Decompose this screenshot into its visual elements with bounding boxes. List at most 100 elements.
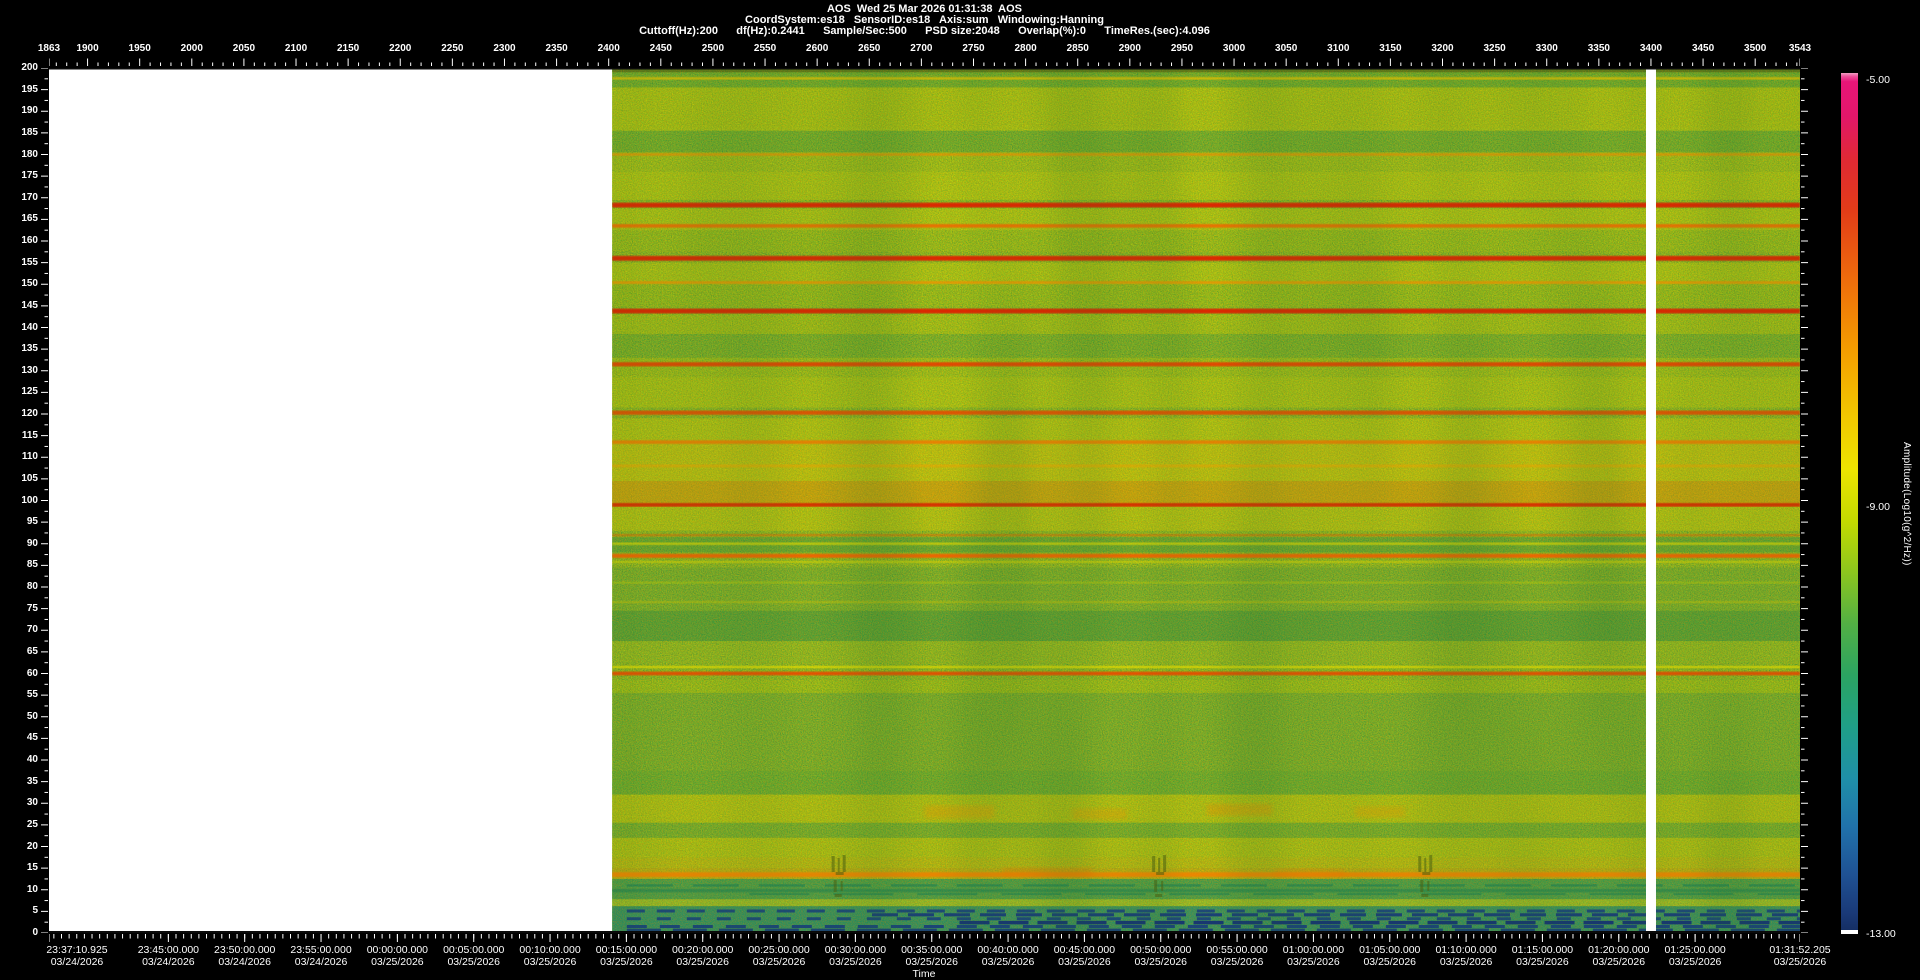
time-axis-title: Time xyxy=(912,968,936,980)
record-axis-label: 2400 xyxy=(597,43,620,54)
frequency-axis-label: 175 xyxy=(21,170,38,182)
time-axis-label: 00:35:00.000 03/25/2026 xyxy=(901,944,963,968)
record-axis-label: 3350 xyxy=(1587,43,1610,54)
record-axis-label: 3250 xyxy=(1483,43,1506,54)
time-axis-label: 01:10:00.000 03/25/2026 xyxy=(1435,944,1497,968)
amplitude-axis-label: Amplitude(Log10(g^2/Hz)) xyxy=(1901,441,1912,566)
frequency-axis-label: 170 xyxy=(21,191,38,203)
frequency-axis-label: 5 xyxy=(32,905,38,917)
frequency-axis-label: 90 xyxy=(26,537,38,549)
frequency-axis-right-ticks xyxy=(1801,68,1808,933)
record-axis-label: 2300 xyxy=(493,43,516,54)
record-axis-labels: 1863 1900 1950 2000 2050 2100 2150 2200 2250 2300… xyxy=(38,43,1811,54)
colorbar-tick-label: -5.00 xyxy=(1866,73,1890,86)
frequency-axis-label: 145 xyxy=(21,299,38,311)
record-axis-label: 3543 xyxy=(1788,43,1812,54)
frequency-axis-label: 100 xyxy=(21,494,38,506)
frequency-axis-label: 70 xyxy=(26,624,38,636)
frequency-axis-label: 155 xyxy=(21,256,38,268)
frequency-axis-label: 30 xyxy=(26,797,38,809)
frequency-axis-label: 185 xyxy=(21,126,38,138)
record-axis-label: 3000 xyxy=(1222,43,1246,54)
frequency-axis-label: 85 xyxy=(26,559,38,571)
time-axis-label: 00:15:00.000 03/25/2026 xyxy=(595,944,658,968)
frequency-axis-label: 165 xyxy=(21,213,38,225)
time-axis-label: 00:25:00.000 03/25/2026 xyxy=(748,944,810,968)
record-axis-label: 2100 xyxy=(284,43,308,54)
frequency-axis-label: 130 xyxy=(21,364,38,376)
time-axis-label: 00:40:00.000 03/25/2026 xyxy=(977,944,1039,968)
frequency-axis-label: 50 xyxy=(26,710,38,722)
frequency-axis-label: 40 xyxy=(26,754,38,765)
frequency-axis-label: 115 xyxy=(21,429,38,441)
record-axis-label: 2250 xyxy=(441,43,464,54)
time-axis-label: 01:00:00.000 03/25/2026 xyxy=(1282,944,1345,968)
record-axis-label: 2200 xyxy=(389,43,412,54)
frequency-axis-label: 80 xyxy=(26,581,38,592)
frequency-axis-label: 15 xyxy=(26,862,38,874)
frequency-axis-label: 135 xyxy=(21,343,38,355)
frequency-axis-label: 110 xyxy=(21,451,38,463)
frequency-axis-label: 125 xyxy=(21,386,38,398)
time-axis-label: 01:20:00.000 03/25/2026 xyxy=(1588,944,1650,968)
frequency-axis-label: 20 xyxy=(26,840,38,852)
frequency-axis-label: 195 xyxy=(21,83,38,95)
time-axis-label: 00:30:00.000 03/25/2026 xyxy=(824,944,887,968)
time-axis-label: 00:10:00.000 03/25/2026 xyxy=(519,944,581,968)
record-axis-label: 2900 xyxy=(1118,43,1141,54)
frequency-axis-label: 105 xyxy=(21,472,38,484)
time-axis-ticks xyxy=(49,934,1800,942)
time-axis-label: 01:25:00.000 03/25/2026 xyxy=(1664,944,1726,968)
frequency-axis-label: 180 xyxy=(21,148,38,160)
time-axis-label: 23:45:00.000 03/24/2026 xyxy=(137,944,200,968)
frequency-axis-label: 55 xyxy=(26,689,38,701)
record-axis-label: 2800 xyxy=(1014,43,1037,54)
frequency-axis-label: 0 xyxy=(32,927,38,938)
frequency-axis-label: 190 xyxy=(21,105,38,117)
record-axis-label: 1900 xyxy=(76,43,99,54)
time-axis-label: 00:20:00.000 03/25/2026 xyxy=(672,944,734,968)
time-axis-label: 00:55:00.000 03/25/2026 xyxy=(1206,944,1268,968)
header-processing-params: Cuttoff(Hz):200 df(Hz):0.2441 Sample/Sec… xyxy=(639,25,1210,37)
record-axis-label: 3200 xyxy=(1431,43,1454,54)
spectrogram-canvas xyxy=(49,68,1800,933)
time-axis-label: 00:45:00.000 03/25/2026 xyxy=(1053,944,1116,968)
colorbar-tick-label: -13.00 xyxy=(1866,928,1896,940)
time-axis-label: 01:15:00.000 03/25/2026 xyxy=(1511,944,1574,968)
record-axis-label: 2650 xyxy=(858,43,881,54)
frequency-axis-label: 65 xyxy=(26,645,38,657)
record-axis-label: 2450 xyxy=(649,43,672,54)
data-gap xyxy=(1645,68,1656,933)
record-axis-label: 2000 xyxy=(180,43,203,54)
frequency-axis-labels: 200 195 190 185 180 175 170 165 160 155 150 145 140 1… xyxy=(0,63,38,938)
time-axis-label: 23:37:10.925 03/24/2026 xyxy=(46,944,108,968)
frequency-axis-label: 75 xyxy=(26,602,38,614)
spectrogram-app-window: AOS Wed 25 Mar 2026 01:31:38 AOS CoordSy… xyxy=(0,0,1920,980)
record-axis-ticks xyxy=(49,58,1800,66)
record-axis-label: 3500 xyxy=(1744,43,1767,54)
colorbar xyxy=(1841,73,1858,934)
colorbar-bottom-cap xyxy=(1841,930,1858,934)
time-axis-label: 00:05:00.000 03/25/2026 xyxy=(443,944,505,968)
record-axis-label: 3150 xyxy=(1379,43,1402,54)
time-axis-label: 23:55:00.000 03/24/2026 xyxy=(290,944,352,968)
record-axis-label: 3050 xyxy=(1275,43,1298,54)
frequency-axis-label: 200 xyxy=(21,62,38,73)
frequency-axis-label: 95 xyxy=(26,516,38,528)
record-axis-label: 3100 xyxy=(1327,43,1350,54)
colorbar-tick-label: -9.00 xyxy=(1866,500,1890,513)
frequency-axis-label: 10 xyxy=(26,883,38,895)
record-axis-label: 3400 xyxy=(1639,43,1663,54)
record-axis-label: 1863 xyxy=(37,43,61,54)
record-axis-label: 2600 xyxy=(806,43,829,54)
time-axis-labels: 23:37:10.925 03/24/2026 23:45:00.000 03/24/… xyxy=(46,944,1830,969)
record-axis-label: 2550 xyxy=(753,43,777,54)
record-axis-label: 3300 xyxy=(1535,43,1558,54)
frequency-axis-label: 60 xyxy=(26,667,38,679)
frequency-axis-label: 150 xyxy=(21,278,38,290)
time-axis-label: 01:31:52.205 03/25/2026 xyxy=(1769,944,1831,968)
time-axis-label: 23:50:00.000 03/24/2026 xyxy=(214,944,276,968)
time-axis-label: 01:05:00.000 03/25/2026 xyxy=(1359,944,1421,968)
record-axis-label: 2850 xyxy=(1066,43,1089,54)
frequency-axis-label: 35 xyxy=(26,775,38,787)
